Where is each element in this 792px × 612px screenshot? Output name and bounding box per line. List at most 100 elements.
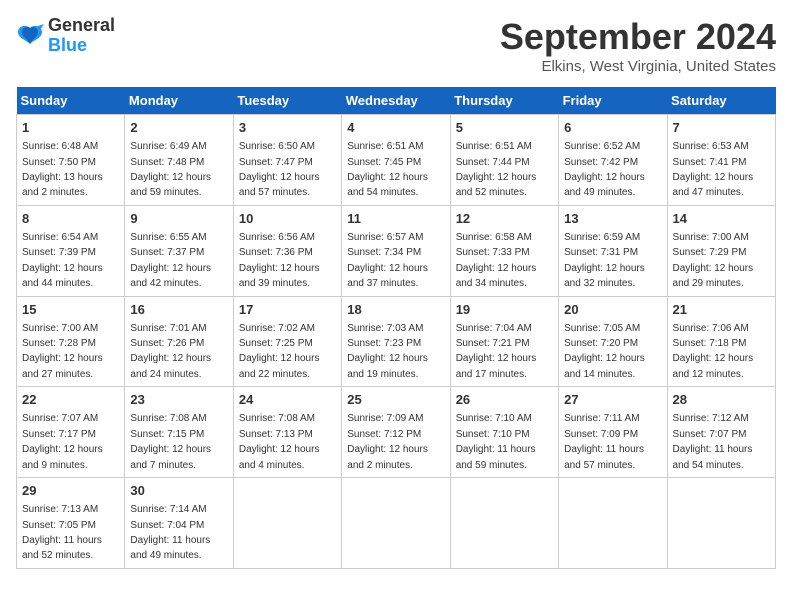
calendar-cell: 24 Sunrise: 7:08 AMSunset: 7:13 PMDaylig…: [233, 387, 341, 478]
week-row-4: 22 Sunrise: 7:07 AMSunset: 7:17 PMDaylig…: [17, 387, 776, 478]
day-number: 16: [130, 301, 227, 319]
day-info: Sunrise: 7:08 AMSunset: 7:13 PMDaylight:…: [239, 413, 320, 470]
day-info: Sunrise: 6:53 AMSunset: 7:41 PMDaylight:…: [673, 141, 754, 198]
week-row-5: 29 Sunrise: 7:13 AMSunset: 7:05 PMDaylig…: [17, 478, 776, 569]
calendar-cell: 19 Sunrise: 7:04 AMSunset: 7:21 PMDaylig…: [450, 296, 558, 387]
calendar-cell: 28 Sunrise: 7:12 AMSunset: 7:07 PMDaylig…: [667, 387, 775, 478]
day-info: Sunrise: 6:50 AMSunset: 7:47 PMDaylight:…: [239, 141, 320, 198]
col-sunday: Sunday: [17, 87, 125, 115]
location-title: Elkins, West Virginia, United States: [500, 58, 776, 75]
day-info: Sunrise: 6:59 AMSunset: 7:31 PMDaylight:…: [564, 232, 645, 289]
day-number: 19: [456, 301, 553, 319]
calendar-cell: 23 Sunrise: 7:08 AMSunset: 7:15 PMDaylig…: [125, 387, 233, 478]
day-info: Sunrise: 7:02 AMSunset: 7:25 PMDaylight:…: [239, 323, 320, 380]
day-info: Sunrise: 6:56 AMSunset: 7:36 PMDaylight:…: [239, 232, 320, 289]
day-number: 30: [130, 482, 227, 500]
day-info: Sunrise: 7:06 AMSunset: 7:18 PMDaylight:…: [673, 323, 754, 380]
day-info: Sunrise: 6:58 AMSunset: 7:33 PMDaylight:…: [456, 232, 537, 289]
day-info: Sunrise: 7:04 AMSunset: 7:21 PMDaylight:…: [456, 323, 537, 380]
day-number: 4: [347, 119, 444, 137]
calendar-cell: [559, 478, 667, 569]
day-info: Sunrise: 7:14 AMSunset: 7:04 PMDaylight:…: [130, 504, 210, 561]
calendar-cell: 30 Sunrise: 7:14 AMSunset: 7:04 PMDaylig…: [125, 478, 233, 569]
day-info: Sunrise: 6:49 AMSunset: 7:48 PMDaylight:…: [130, 141, 211, 198]
day-info: Sunrise: 6:48 AMSunset: 7:50 PMDaylight:…: [22, 141, 103, 198]
day-info: Sunrise: 6:55 AMSunset: 7:37 PMDaylight:…: [130, 232, 211, 289]
calendar-cell: 22 Sunrise: 7:07 AMSunset: 7:17 PMDaylig…: [17, 387, 125, 478]
day-number: 29: [22, 482, 119, 500]
day-number: 15: [22, 301, 119, 319]
day-number: 13: [564, 210, 661, 228]
header-row: Sunday Monday Tuesday Wednesday Thursday…: [17, 87, 776, 115]
day-number: 11: [347, 210, 444, 228]
day-number: 8: [22, 210, 119, 228]
logo: General Blue: [16, 16, 115, 56]
calendar-cell: 3 Sunrise: 6:50 AMSunset: 7:47 PMDayligh…: [233, 115, 341, 206]
calendar-cell: [342, 478, 450, 569]
calendar-cell: 7 Sunrise: 6:53 AMSunset: 7:41 PMDayligh…: [667, 115, 775, 206]
calendar-cell: 15 Sunrise: 7:00 AMSunset: 7:28 PMDaylig…: [17, 296, 125, 387]
col-wednesday: Wednesday: [342, 87, 450, 115]
calendar-cell: 8 Sunrise: 6:54 AMSunset: 7:39 PMDayligh…: [17, 205, 125, 296]
day-info: Sunrise: 7:05 AMSunset: 7:20 PMDaylight:…: [564, 323, 645, 380]
day-info: Sunrise: 6:54 AMSunset: 7:39 PMDaylight:…: [22, 232, 103, 289]
day-number: 12: [456, 210, 553, 228]
logo-text: General Blue: [48, 16, 115, 56]
day-number: 26: [456, 391, 553, 409]
day-info: Sunrise: 7:11 AMSunset: 7:09 PMDaylight:…: [564, 413, 644, 470]
day-info: Sunrise: 7:01 AMSunset: 7:26 PMDaylight:…: [130, 323, 211, 380]
calendar-cell: 10 Sunrise: 6:56 AMSunset: 7:36 PMDaylig…: [233, 205, 341, 296]
calendar-cell: 11 Sunrise: 6:57 AMSunset: 7:34 PMDaylig…: [342, 205, 450, 296]
day-number: 7: [673, 119, 770, 137]
calendar-cell: 20 Sunrise: 7:05 AMSunset: 7:20 PMDaylig…: [559, 296, 667, 387]
calendar-cell: 18 Sunrise: 7:03 AMSunset: 7:23 PMDaylig…: [342, 296, 450, 387]
week-row-2: 8 Sunrise: 6:54 AMSunset: 7:39 PMDayligh…: [17, 205, 776, 296]
day-number: 20: [564, 301, 661, 319]
day-number: 21: [673, 301, 770, 319]
col-friday: Friday: [559, 87, 667, 115]
month-title: September 2024: [500, 16, 776, 58]
day-number: 23: [130, 391, 227, 409]
day-number: 2: [130, 119, 227, 137]
day-info: Sunrise: 7:10 AMSunset: 7:10 PMDaylight:…: [456, 413, 536, 470]
calendar-cell: 17 Sunrise: 7:02 AMSunset: 7:25 PMDaylig…: [233, 296, 341, 387]
day-info: Sunrise: 6:52 AMSunset: 7:42 PMDaylight:…: [564, 141, 645, 198]
week-row-3: 15 Sunrise: 7:00 AMSunset: 7:28 PMDaylig…: [17, 296, 776, 387]
day-number: 9: [130, 210, 227, 228]
day-info: Sunrise: 7:13 AMSunset: 7:05 PMDaylight:…: [22, 504, 102, 561]
day-number: 10: [239, 210, 336, 228]
calendar-cell: 6 Sunrise: 6:52 AMSunset: 7:42 PMDayligh…: [559, 115, 667, 206]
calendar-cell: [233, 478, 341, 569]
day-number: 22: [22, 391, 119, 409]
calendar-cell: 12 Sunrise: 6:58 AMSunset: 7:33 PMDaylig…: [450, 205, 558, 296]
calendar-cell: 16 Sunrise: 7:01 AMSunset: 7:26 PMDaylig…: [125, 296, 233, 387]
calendar-cell: [667, 478, 775, 569]
calendar-cell: [450, 478, 558, 569]
day-info: Sunrise: 6:51 AMSunset: 7:44 PMDaylight:…: [456, 141, 537, 198]
col-monday: Monday: [125, 87, 233, 115]
calendar-cell: 21 Sunrise: 7:06 AMSunset: 7:18 PMDaylig…: [667, 296, 775, 387]
logo-bird-icon: [16, 24, 44, 48]
day-number: 27: [564, 391, 661, 409]
day-info: Sunrise: 7:00 AMSunset: 7:28 PMDaylight:…: [22, 323, 103, 380]
calendar-cell: 9 Sunrise: 6:55 AMSunset: 7:37 PMDayligh…: [125, 205, 233, 296]
day-number: 1: [22, 119, 119, 137]
calendar-cell: 26 Sunrise: 7:10 AMSunset: 7:10 PMDaylig…: [450, 387, 558, 478]
calendar-cell: 29 Sunrise: 7:13 AMSunset: 7:05 PMDaylig…: [17, 478, 125, 569]
col-tuesday: Tuesday: [233, 87, 341, 115]
day-info: Sunrise: 7:08 AMSunset: 7:15 PMDaylight:…: [130, 413, 211, 470]
calendar-cell: 2 Sunrise: 6:49 AMSunset: 7:48 PMDayligh…: [125, 115, 233, 206]
day-info: Sunrise: 6:51 AMSunset: 7:45 PMDaylight:…: [347, 141, 428, 198]
day-number: 25: [347, 391, 444, 409]
day-number: 17: [239, 301, 336, 319]
day-info: Sunrise: 7:03 AMSunset: 7:23 PMDaylight:…: [347, 323, 428, 380]
calendar-cell: 1 Sunrise: 6:48 AMSunset: 7:50 PMDayligh…: [17, 115, 125, 206]
day-number: 5: [456, 119, 553, 137]
day-info: Sunrise: 7:12 AMSunset: 7:07 PMDaylight:…: [673, 413, 753, 470]
title-section: September 2024 Elkins, West Virginia, Un…: [500, 16, 776, 75]
day-info: Sunrise: 7:07 AMSunset: 7:17 PMDaylight:…: [22, 413, 103, 470]
calendar-cell: 13 Sunrise: 6:59 AMSunset: 7:31 PMDaylig…: [559, 205, 667, 296]
calendar-cell: 27 Sunrise: 7:11 AMSunset: 7:09 PMDaylig…: [559, 387, 667, 478]
calendar-cell: 25 Sunrise: 7:09 AMSunset: 7:12 PMDaylig…: [342, 387, 450, 478]
calendar-cell: 14 Sunrise: 7:00 AMSunset: 7:29 PMDaylig…: [667, 205, 775, 296]
